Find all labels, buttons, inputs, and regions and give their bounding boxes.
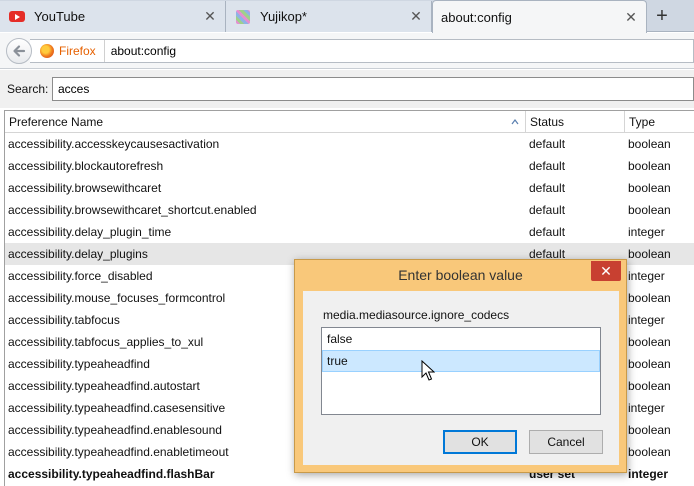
boolean-value-dialog: Enter boolean value ✕ media.mediasource.… [294, 259, 627, 473]
dialog-title: Enter boolean value [398, 267, 523, 283]
dialog-pref-name: media.mediasource.ignore_codecs [323, 308, 510, 322]
back-arrow-icon [13, 45, 26, 57]
table-row[interactable]: accessibility.browsewithcaret_shortcut.e… [5, 199, 694, 221]
navigation-bar: Firefox about:config [0, 33, 694, 69]
column-header-type[interactable]: Type [625, 111, 694, 133]
search-input[interactable] [52, 77, 694, 101]
ok-button[interactable]: OK [443, 430, 517, 454]
table-header: Preference Name Status Type [5, 111, 694, 133]
table-row[interactable]: accessibility.browsewithcaret default bool… [5, 177, 694, 199]
firefox-icon [40, 44, 54, 58]
tab-about-config[interactable]: about:config ✕ [432, 0, 647, 33]
column-header-status[interactable]: Status [526, 111, 625, 133]
url-text[interactable]: about:config [105, 44, 176, 58]
tab-youtube[interactable]: YouTube ✕ [0, 1, 226, 32]
site-identity[interactable]: Firefox [30, 40, 105, 62]
close-tab-icon[interactable]: ✕ [622, 9, 640, 26]
back-button[interactable] [6, 38, 32, 64]
tab-label: Yujikop* [260, 9, 307, 24]
close-tab-icon[interactable]: ✕ [201, 8, 219, 25]
option-true-selected[interactable]: true [322, 350, 600, 372]
tab-yujikop[interactable]: Yujikop* ✕ [226, 1, 432, 32]
tab-label: about:config [441, 9, 512, 25]
dialog-close-button[interactable]: ✕ [591, 261, 621, 281]
table-row[interactable]: accessibility.accesskeycausesactivation d… [5, 133, 694, 155]
boolean-options-list[interactable]: false true [321, 327, 601, 415]
youtube-icon [8, 10, 26, 24]
new-tab-button[interactable]: + [650, 4, 674, 28]
close-tab-icon[interactable]: ✕ [407, 8, 425, 25]
search-row: Search: [0, 70, 694, 108]
sort-ascending-icon [511, 119, 519, 125]
url-bar[interactable]: Firefox about:config [30, 39, 694, 63]
site-icon [234, 9, 252, 24]
column-header-name[interactable]: Preference Name [5, 111, 526, 133]
table-row[interactable]: accessibility.blockautorefresh default boo… [5, 155, 694, 177]
tab-label: YouTube [34, 9, 86, 24]
table-row[interactable]: accessibility.delay_plugin_time default in… [5, 221, 694, 243]
search-label: Search: [7, 82, 49, 96]
dialog-body: media.mediasource.ignore_codecs false tr… [303, 291, 619, 465]
mouse-pointer-icon [421, 360, 435, 381]
option-false[interactable]: false [322, 328, 600, 350]
cancel-button[interactable]: Cancel [529, 430, 603, 454]
identity-label: Firefox [59, 44, 96, 58]
tab-strip: YouTube ✕ Yujikop* ✕ about:config ✕ + [0, 0, 694, 33]
